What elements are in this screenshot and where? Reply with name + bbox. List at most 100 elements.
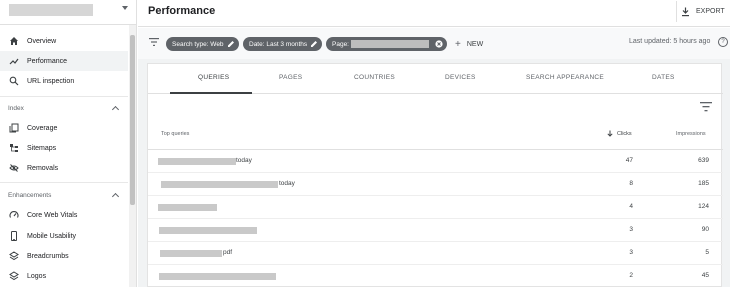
sidebar-item-coverage[interactable]: Coverage [0,118,128,138]
impressions-cell: 5 [705,249,709,256]
home-icon [8,35,20,47]
query-suffix: today [236,157,252,164]
sidebar-item-performance[interactable]: Performance [0,51,128,71]
sidebar-divider [0,182,128,183]
sidebar-item-label: Mobile Usability [27,232,77,240]
sidebar-item-url-inspection[interactable]: URL inspection [0,71,128,91]
new-label: NEW [466,40,484,48]
sidebar-item-overview[interactable]: Overview [0,31,128,51]
eye-off-icon [8,162,20,174]
sidebar-scrollbar-thumb[interactable] [130,35,135,205]
column-header-impressions[interactable]: Impressions [676,131,706,137]
sidebar-divider [0,96,128,97]
sitemap-icon [8,142,20,154]
help-glyph: ? [721,39,725,45]
clicks-cell: 4 [629,203,633,210]
chevron-up-icon[interactable] [111,105,120,114]
impressions-cell: 185 [698,180,709,187]
tab-countries[interactable]: COUNTRIES [354,74,395,81]
redacted-query [158,158,236,165]
query-suffix: today [279,180,295,187]
query-suffix: pdf [223,249,233,256]
impressions-cell: 90 [701,226,709,233]
tab-devices[interactable]: DEVICES [445,74,476,81]
sidebar-item-label: URL inspection [27,77,75,85]
active-tab-indicator [170,92,252,94]
table-row[interactable]: 4 124 [148,196,723,219]
sidebar-item-label: Performance [27,57,68,65]
redacted-query [161,181,278,188]
impressions-cell: 45 [701,272,709,279]
sidebar-item-sitemaps[interactable]: Sitemaps [0,138,128,158]
section-title: Index [8,104,24,112]
section-header-index[interactable]: Index [0,100,128,116]
report-card: QUERIES PAGES COUNTRIES DEVICES SEARCH A… [147,63,723,287]
report-tabs: QUERIES PAGES COUNTRIES DEVICES SEARCH A… [148,64,723,94]
sidebar-item-label: Coverage [27,124,58,132]
redacted-property-name [9,4,93,16]
column-header-queries[interactable]: Top queries [161,131,189,137]
redacted-query [158,204,217,211]
sidebar-item-label: Logos [27,272,47,280]
chip-date[interactable]: Date: Last 3 months [243,37,322,51]
filter-icon[interactable] [149,38,159,46]
sidebar-item-label: Sitemaps [27,144,57,152]
phone-icon [8,230,20,242]
sidebar-item-mobile-usability[interactable]: Mobile Usability [0,226,128,246]
last-updated-text: Last updated: 5 hours ago [629,38,711,45]
tab-queries[interactable]: QUERIES [198,74,229,81]
table-row[interactable]: today 8 185 [148,173,723,196]
table-row[interactable]: 2 45 [148,265,723,287]
sidebar-item-core-web-vitals[interactable]: Core Web Vitals [0,205,128,225]
filter-bar: Search type: Web Date: Last 3 months Pag… [138,28,730,59]
impressions-cell: 639 [698,157,709,164]
impressions-cell: 124 [698,203,709,210]
redacted-query [159,227,257,234]
help-icon[interactable]: ? [718,37,728,47]
new-filter-button[interactable]: + NEW [455,36,483,52]
export-label: EXPORT [696,8,725,15]
sidebar-item-label: Breadcrumbs [27,252,69,260]
tab-dates[interactable]: DATES [652,74,675,81]
section-header-enhancements[interactable]: Enhancements [0,187,128,203]
table-row[interactable]: 3 90 [148,219,723,242]
sidebar-item-label: Core Web Vitals [27,211,78,219]
redacted-query [160,250,222,257]
clicks-cell: 8 [629,180,633,187]
sidebar: Overview Performance URL inspection Inde… [0,0,137,287]
chip-search-type[interactable]: Search type: Web [166,37,239,51]
clicks-cell: 3 [629,226,633,233]
column-header-clicks[interactable]: Clicks [617,131,632,137]
plus-icon: + [455,38,461,50]
download-icon [682,7,689,16]
chevron-up-icon[interactable] [111,192,120,201]
pencil-icon[interactable] [227,40,235,48]
tab-pages[interactable]: PAGES [279,74,302,81]
sidebar-item-label: Overview [27,37,57,45]
close-icon[interactable] [435,40,443,48]
section-title: Enhancements [8,191,52,199]
clicks-cell: 47 [625,157,633,164]
sidebar-item-logos[interactable]: Logos [0,266,128,286]
caret-down-icon[interactable] [122,6,128,10]
tab-search-appearance[interactable]: SEARCH APPEARANCE [526,74,604,81]
search-icon [8,75,20,87]
top-header: Performance EXPORT [138,0,730,27]
sidebar-item-removals[interactable]: Removals [0,158,128,178]
trending-up-icon [8,55,20,67]
pencil-icon[interactable] [310,40,318,48]
layers-icon [8,250,20,262]
table-filter-icon[interactable] [700,102,712,112]
clicks-cell: 2 [629,272,633,279]
sort-arrow-down-icon[interactable] [607,130,613,137]
table-row[interactable]: pdf 3 5 [148,242,723,265]
clicks-cell: 3 [629,249,633,256]
copy-icon [8,122,20,134]
chip-label: Search type: Web [172,40,224,48]
property-selector[interactable] [0,0,137,25]
chip-page[interactable]: Page: [326,37,447,51]
page-title: Performance [148,5,216,17]
export-button[interactable]: EXPORT [676,1,730,22]
sidebar-item-breadcrumbs[interactable]: Breadcrumbs [0,246,128,266]
table-row[interactable]: today 47 639 [148,150,723,173]
